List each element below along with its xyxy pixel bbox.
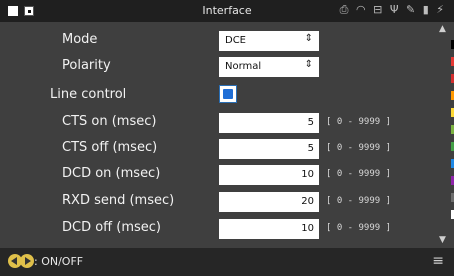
dcd-off-value: 10 bbox=[301, 223, 314, 234]
top-status-bar: Interface ⎙ ◠ ⊟ Ψ ✎ ▮ ⚡ bbox=[0, 0, 454, 22]
cts-off-row: CTS off (msec) 5 [ 0 - 9999 ] bbox=[0, 138, 440, 160]
mode-label: Mode bbox=[62, 32, 98, 47]
arrow-right-icon[interactable] bbox=[20, 254, 34, 268]
scroll-up-icon[interactable]: ▲ bbox=[439, 24, 446, 34]
checkbox-checked-mark bbox=[223, 89, 233, 99]
dcd-off-input[interactable]: 10 bbox=[219, 219, 319, 239]
network-icon: ⊟ bbox=[373, 3, 385, 16]
dcd-off-range: [ 0 - 9999 ] bbox=[326, 223, 392, 233]
line-control-checkbox[interactable] bbox=[219, 85, 237, 103]
dcd-off-label: DCD off (msec) bbox=[62, 220, 161, 235]
dcd-on-range: [ 0 - 9999 ] bbox=[326, 169, 392, 179]
status-icons: ⎙ ◠ ⊟ Ψ ✎ ▮ ⚡ bbox=[340, 3, 446, 17]
polarity-value: Normal bbox=[225, 61, 262, 72]
sdcard-icon: ▮ bbox=[422, 3, 431, 16]
menu-icon[interactable]: ≡ bbox=[432, 253, 444, 269]
cts-on-row: CTS on (msec) 5 [ 0 - 9999 ] bbox=[0, 112, 440, 134]
footer-hint: : ON/OFF bbox=[34, 255, 84, 268]
scroll-down-icon[interactable]: ▼ bbox=[439, 235, 446, 245]
wifi-icon: ◠ bbox=[355, 3, 368, 16]
line-control-row: Line control bbox=[0, 85, 440, 107]
printer-icon: ⎙ bbox=[339, 3, 351, 16]
rxd-send-range: [ 0 - 9999 ] bbox=[326, 196, 392, 206]
updown-chevron-icon: ⇕ bbox=[304, 33, 313, 44]
cts-off-input[interactable]: 5 bbox=[219, 139, 319, 159]
mode-select[interactable]: DCE ⇕ bbox=[219, 31, 319, 51]
cts-on-value: 5 bbox=[307, 117, 314, 128]
mode-row: Mode DCE ⇕ bbox=[0, 30, 440, 52]
usb-icon: Ψ bbox=[389, 3, 401, 16]
cts-off-value: 5 bbox=[307, 143, 314, 154]
dcd-on-input[interactable]: 10 bbox=[219, 165, 319, 185]
rxd-send-value: 20 bbox=[301, 196, 314, 207]
bottom-bar: : ON/OFF ≡ bbox=[0, 248, 454, 276]
rxd-send-input[interactable]: 20 bbox=[219, 192, 319, 212]
cts-off-range: [ 0 - 9999 ] bbox=[326, 143, 392, 153]
cts-off-label: CTS off (msec) bbox=[62, 140, 158, 155]
tool-icon: ✎ bbox=[405, 3, 418, 16]
rxd-send-row: RXD send (msec) 20 [ 0 - 9999 ] bbox=[0, 191, 440, 213]
rxd-send-label: RXD send (msec) bbox=[62, 193, 175, 208]
power-plug-icon: ⚡ bbox=[436, 3, 446, 16]
dcd-off-row: DCD off (msec) 10 [ 0 - 9999 ] bbox=[0, 218, 440, 240]
line-control-label: Line control bbox=[50, 87, 127, 102]
cts-on-range: [ 0 - 9999 ] bbox=[326, 117, 392, 127]
cts-on-label: CTS on (msec) bbox=[62, 114, 157, 129]
dcd-on-label: DCD on (msec) bbox=[62, 166, 161, 181]
polarity-select[interactable]: Normal ⇕ bbox=[219, 57, 319, 77]
cts-on-input[interactable]: 5 bbox=[219, 113, 319, 133]
polarity-row: Polarity Normal ⇕ bbox=[0, 56, 440, 78]
dcd-on-row: DCD on (msec) 10 [ 0 - 9999 ] bbox=[0, 164, 440, 186]
polarity-label: Polarity bbox=[62, 58, 111, 73]
updown-chevron-icon: ⇕ bbox=[304, 59, 313, 70]
mode-value: DCE bbox=[225, 35, 247, 46]
dcd-on-value: 10 bbox=[301, 169, 314, 180]
